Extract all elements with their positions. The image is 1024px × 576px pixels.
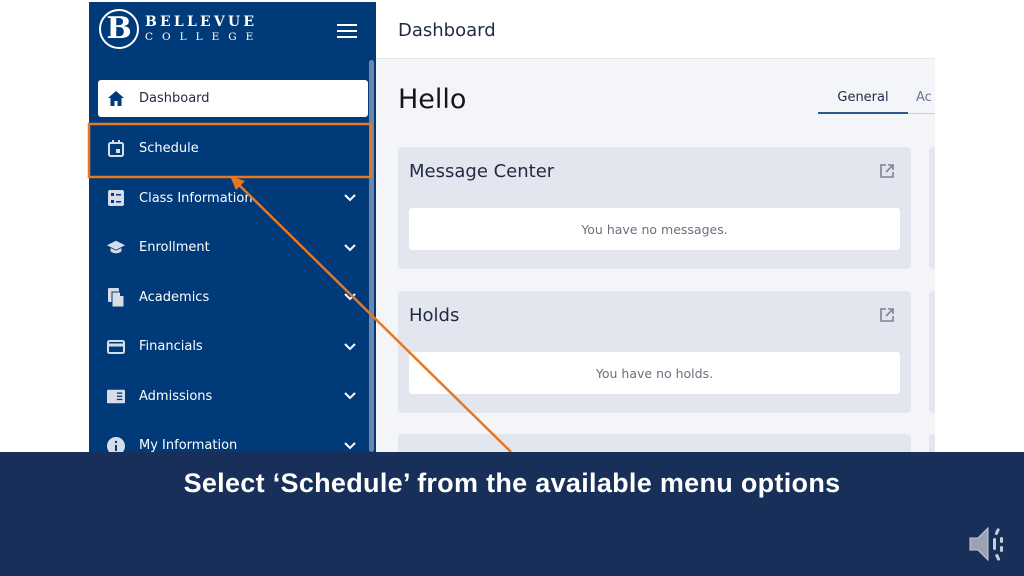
right-column-card [929, 434, 935, 452]
instruction-caption: Select ‘Schedule’ from the available men… [183, 468, 841, 498]
card-body: You have no messages. [409, 208, 900, 250]
holds-card: Holds You have no holds. [398, 291, 911, 413]
message-center-card: Message Center You have no messages. [398, 147, 911, 269]
sidebar: B BELLEVUE COLLEGE Dashboard Schedule Cl… [89, 2, 376, 452]
hamburger-icon[interactable] [337, 24, 357, 38]
sidebar-item-admissions[interactable]: Admissions [89, 372, 376, 422]
credit-card-icon [107, 338, 125, 356]
right-column-card [929, 291, 935, 413]
external-link-icon[interactable] [879, 163, 895, 179]
caption-bar: Select ‘Schedule’ from the available men… [0, 452, 1024, 576]
sidebar-item-class-information[interactable]: Class Information [89, 174, 376, 224]
list-icon [107, 189, 125, 207]
partial-card [398, 434, 911, 452]
graduation-cap-icon [107, 239, 125, 257]
tab-bar: General Ac [818, 84, 935, 114]
main-content: Dashboard Hello General Ac Message Cente… [376, 2, 935, 452]
college-logo[interactable]: B BELLEVUE COLLEGE [99, 9, 262, 49]
sidebar-item-dashboard[interactable]: Dashboard [98, 80, 368, 117]
card-body: You have no holds. [409, 352, 900, 394]
calendar-icon [107, 140, 125, 158]
sidebar-item-label: Admissions [139, 388, 213, 404]
chevron-down-icon [344, 244, 356, 252]
logo-mark: B [99, 9, 139, 49]
sidebar-item-label: Class Information [139, 190, 253, 206]
sidebar-item-schedule[interactable]: Schedule [89, 124, 376, 174]
sidebar-item-label: My Information [139, 438, 238, 452]
speaker-icon[interactable] [968, 524, 1010, 564]
info-icon [107, 436, 125, 452]
chevron-down-icon [344, 392, 356, 400]
sidebar-item-enrollment[interactable]: Enrollment [89, 223, 376, 273]
chevron-down-icon [344, 293, 356, 301]
sidebar-item-financials[interactable]: Financials [89, 322, 376, 372]
book-icon [107, 387, 125, 405]
tab-academics-partial[interactable]: Ac [908, 84, 932, 113]
logo-line1: BELLEVUE [145, 14, 258, 30]
logo-line2: COLLEGE [145, 31, 263, 43]
page-title: Dashboard [398, 19, 496, 41]
sidebar-item-academics[interactable]: Academics [89, 273, 376, 323]
external-link-icon[interactable] [879, 307, 895, 323]
chevron-down-icon [344, 343, 356, 351]
sidebar-item-label: Academics [139, 289, 210, 305]
card-title: Holds [409, 305, 460, 326]
sidebar-item-label: Enrollment [139, 240, 210, 256]
tab-general[interactable]: General [818, 84, 908, 114]
card-title: Message Center [409, 161, 555, 182]
sidebar-scrollbar[interactable] [369, 60, 374, 452]
sidebar-item-label: Financials [139, 339, 203, 355]
top-bar: Dashboard [376, 2, 935, 59]
chevron-down-icon [344, 194, 356, 202]
documents-icon [107, 287, 125, 307]
sidebar-item-label: Dashboard [139, 91, 210, 106]
greeting: Hello [398, 84, 467, 115]
sidebar-item-label: Schedule [139, 141, 199, 157]
screenshot: B BELLEVUE COLLEGE Dashboard Schedule Cl… [89, 2, 935, 452]
chevron-down-icon [344, 442, 356, 450]
sidebar-item-my-information[interactable]: My Information [89, 421, 376, 452]
home-icon [107, 90, 125, 108]
sidebar-nav: Dashboard Schedule Class Information Enr… [89, 80, 376, 452]
slide: B BELLEVUE COLLEGE Dashboard Schedule Cl… [0, 0, 1024, 576]
right-column-card [929, 147, 935, 269]
